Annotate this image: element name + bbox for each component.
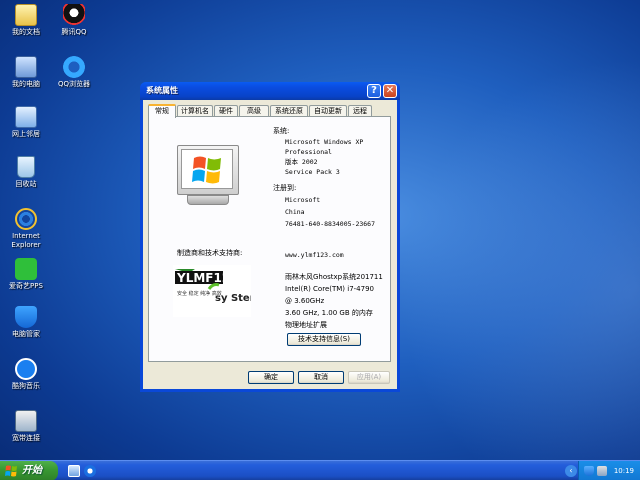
cpu-and-memory: 3.60 GHz, 1.00 GB 的内存 — [285, 309, 373, 317]
window-client-area: 常规 计算机名 硬件 高级 系统还原 自动更新 远程 系统: Microsoft… — [143, 100, 397, 389]
cpu-speed: @ 3.60GHz — [285, 297, 325, 305]
iqiyi-icon — [15, 258, 37, 280]
windows-xp-monitor-logo — [177, 145, 239, 213]
quick-launch-browser-icon[interactable] — [84, 465, 96, 477]
oem-logo-text: YLMF123 — [176, 271, 239, 285]
os-name: Microsoft Windows XP — [285, 138, 364, 146]
pae-status: 物理地址扩展 — [285, 321, 327, 329]
kugou-music-icon — [15, 358, 37, 380]
internet-explorer-icon — [15, 208, 37, 230]
network-tray-icon[interactable] — [597, 466, 607, 476]
system-tray: ‹ 10:19 — [565, 461, 640, 480]
windows-flag-icon — [5, 465, 17, 477]
registered-heading: 注册到: — [273, 184, 297, 192]
desktop-icon-my-computer[interactable]: 我的电脑 — [0, 56, 52, 89]
window-title: 系统属性 — [146, 86, 178, 95]
manufacturer-url: www.ylmf123.com — [285, 251, 344, 259]
desktop-icon-recycle-bin[interactable]: 回收站 — [0, 156, 52, 189]
recycle-bin-icon — [17, 156, 35, 178]
general-tab-panel: 系统: Microsoft Windows XP Professional 版本… — [148, 116, 391, 362]
desktop-icon-internet-explorer[interactable]: Internet Explorer — [0, 208, 52, 250]
my-computer-icon — [15, 56, 37, 78]
desktop-icon-my-documents[interactable]: 我的文档 — [0, 4, 52, 37]
cancel-button[interactable]: 取消 — [298, 371, 344, 384]
network-places-icon — [15, 106, 37, 128]
manufacturer-heading: 制造商和技术支持商: — [177, 249, 243, 257]
qq-browser-icon — [63, 56, 85, 78]
oem-logo: YLMF123 安全 稳定 纯净 高效 sy Stem — [173, 265, 260, 317]
product-id: 76481-640-8834005-23667 — [285, 220, 376, 228]
desktop-icon-qq[interactable]: 腾讯QQ — [48, 4, 100, 37]
registered-owner: Microsoft — [285, 196, 321, 204]
os-service-pack: Service Pack 3 — [285, 168, 340, 176]
ok-button[interactable]: 确定 — [248, 371, 294, 384]
tab-general[interactable]: 常规 — [148, 104, 176, 118]
pc-manager-shield-icon — [15, 306, 37, 328]
my-documents-icon — [15, 4, 37, 26]
system-properties-window: 系统属性 ? ✕ 常规 计算机名 硬件 高级 系统还原 自动更新 远程 系统: … — [140, 82, 400, 392]
os-version: 版本 2002 — [285, 158, 318, 166]
tray-expand-icon[interactable]: ‹ — [565, 465, 577, 477]
oem-logo-brand: sy Stem — [215, 293, 251, 304]
system-heading: 系统: — [273, 127, 290, 135]
security-shield-tray-icon[interactable] — [584, 466, 594, 476]
window-titlebar[interactable]: 系统属性 ? ✕ — [140, 82, 400, 100]
desktop-icon-kugou[interactable]: 酷狗音乐 — [0, 358, 52, 391]
cpu-model: Intel(R) Core(TM) i7-4790 — [285, 285, 374, 293]
question-mark-icon: ? — [371, 85, 377, 96]
start-button[interactable]: 开始 — [0, 461, 58, 480]
os-edition: Professional — [285, 148, 332, 156]
close-icon: ✕ — [385, 85, 395, 96]
start-label: 开始 — [22, 465, 42, 476]
help-button[interactable]: ? — [367, 84, 381, 98]
show-desktop-icon[interactable] — [68, 465, 80, 477]
desktop: 我的文档 腾讯QQ 我的电脑 QQ浏览器 网上邻居 回收站 Internet E… — [0, 0, 640, 480]
qq-penguin-icon — [63, 4, 85, 26]
apply-button[interactable]: 应用(A) — [348, 371, 390, 384]
desktop-icon-network[interactable]: 网上邻居 — [0, 106, 52, 139]
desktop-icon-broadband[interactable]: 宽带连接 — [0, 410, 52, 443]
broadband-connection-icon — [15, 410, 37, 432]
support-information-button[interactable]: 技术支持信息(S) — [287, 333, 361, 346]
close-button[interactable]: ✕ — [383, 84, 397, 98]
taskbar-clock[interactable]: 10:19 — [614, 461, 634, 480]
desktop-icon-iqiyi[interactable]: 爱奇艺PPS — [0, 258, 52, 291]
registered-organization: China — [285, 208, 305, 216]
desktop-icon-pc-manager[interactable]: 电脑管家 — [0, 306, 52, 339]
windows-flag-icon — [192, 156, 221, 184]
taskbar: 开始 ‹ 10:19 — [0, 460, 640, 480]
desktop-icon-qq-browser[interactable]: QQ浏览器 — [48, 56, 100, 89]
oem-system-name: 雨林木风Ghostxp系统201711 — [285, 273, 383, 281]
